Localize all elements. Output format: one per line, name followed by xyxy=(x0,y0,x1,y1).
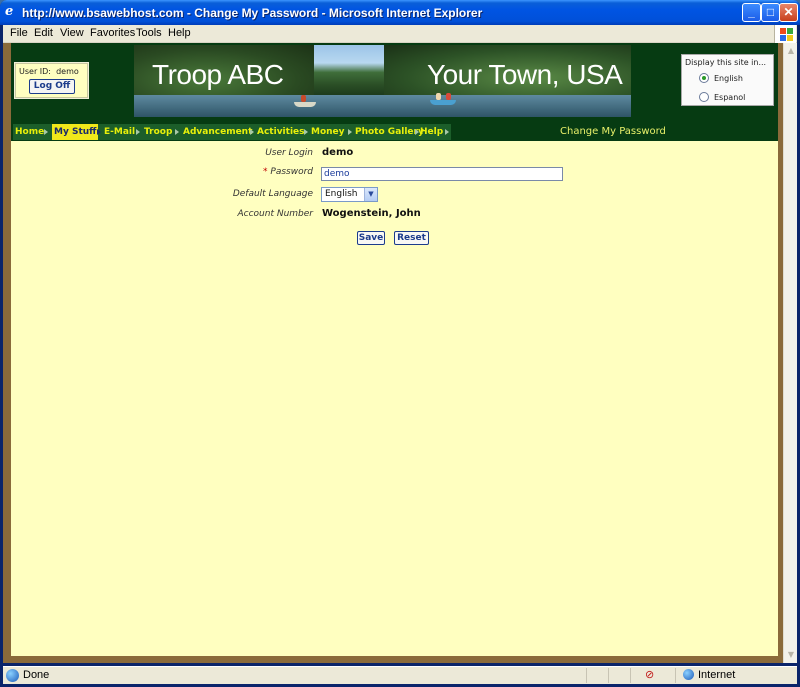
nav-arrow-icon xyxy=(175,129,179,135)
nav-arrow-icon xyxy=(445,129,449,135)
scroll-up-icon[interactable]: ▲ xyxy=(784,44,798,58)
title-bar: e http://www.bsawebhost.com - Change My … xyxy=(0,0,800,25)
popup-blocked-icon[interactable]: ⊘ xyxy=(645,668,654,681)
menu-edit[interactable]: Edit xyxy=(34,27,53,39)
nav-arrow-icon xyxy=(304,129,308,135)
user-login-value: demo xyxy=(322,147,354,158)
nav-money[interactable]: Money xyxy=(311,124,345,140)
password-input[interactable]: demo xyxy=(321,167,563,181)
default-language-select[interactable]: English ▼ xyxy=(321,187,378,202)
chevron-down-icon[interactable]: ▼ xyxy=(364,188,377,201)
maximize-button[interactable]: □ xyxy=(761,3,780,22)
browser-window: e http://www.bsawebhost.com - Change My … xyxy=(0,0,800,687)
nav-advancement[interactable]: Advancement xyxy=(183,124,252,140)
nav-arrow-icon xyxy=(348,129,352,135)
status-segment xyxy=(630,668,631,683)
kayak-right xyxy=(430,100,456,105)
globe-icon xyxy=(683,669,694,680)
menu-file[interactable]: File xyxy=(10,27,28,39)
status-segment xyxy=(608,668,609,683)
paddler-right-1 xyxy=(436,93,441,100)
user-box: User ID: demo Log Off xyxy=(14,62,89,99)
nav-arrow-icon xyxy=(44,129,48,135)
banner-town-name: Your Town, USA xyxy=(427,59,623,90)
language-box-title: Display this site in... xyxy=(685,58,767,67)
menu-tools[interactable]: Tools xyxy=(136,27,162,39)
menu-view[interactable]: View xyxy=(60,27,84,39)
language-box: Display this site in... English Espanol xyxy=(681,54,774,106)
radio-english-label: English xyxy=(714,74,743,83)
page-title: Change My Password xyxy=(560,126,666,137)
required-marker: * xyxy=(263,167,268,177)
nav-arrow-icon xyxy=(250,129,254,135)
ie-logo-icon: e xyxy=(5,4,14,19)
security-zone: Internet xyxy=(698,669,736,681)
nav-home[interactable]: Home xyxy=(15,124,44,140)
menu-help[interactable]: Help xyxy=(168,27,191,39)
nav-my-stuff[interactable]: My Stuff xyxy=(52,124,99,140)
account-number-value: Wogenstein, John xyxy=(322,208,421,219)
nav-activities[interactable]: Activities xyxy=(257,124,305,140)
nav-help[interactable]: Help xyxy=(420,124,443,140)
user-id-text: User ID: demo xyxy=(19,67,79,76)
windows-logo-icon xyxy=(774,25,796,43)
menu-bar: File Edit View Favorites Tools Help xyxy=(3,25,797,43)
site-header: User ID: demo Log Off Troop ABC Your Tow… xyxy=(11,43,778,123)
default-language-label: Default Language xyxy=(232,189,313,199)
web-page: User ID: demo Log Off Troop ABC Your Tow… xyxy=(11,43,778,656)
nav-troop[interactable]: Troop xyxy=(144,124,172,140)
status-segment xyxy=(586,668,587,683)
paddler-right-2 xyxy=(446,93,451,100)
nav-arrow-icon xyxy=(136,129,140,135)
password-label: * Password xyxy=(263,167,313,177)
banner-water xyxy=(134,95,631,117)
minimize-button[interactable]: _ xyxy=(742,3,761,22)
menu-favorites[interactable]: Favorites xyxy=(90,27,135,39)
vertical-scrollbar[interactable]: ▲ ▼ xyxy=(783,43,797,663)
scroll-down-icon[interactable]: ▼ xyxy=(784,648,798,662)
content-area: User ID: demo Log Off Troop ABC Your Tow… xyxy=(3,43,783,663)
page-icon xyxy=(6,669,19,682)
nav-email[interactable]: E-Mail xyxy=(104,124,135,140)
nav-arrow-icon xyxy=(97,129,101,135)
window-title: http://www.bsawebhost.com - Change My Pa… xyxy=(22,6,483,20)
nav-arrow-icon xyxy=(415,129,419,135)
status-bar: Done ⊘ Internet xyxy=(3,666,797,684)
save-button[interactable]: Save xyxy=(357,231,385,245)
log-off-button[interactable]: Log Off xyxy=(29,79,75,94)
reset-button[interactable]: Reset xyxy=(394,231,429,245)
radio-english[interactable] xyxy=(699,73,709,83)
radio-espanol-label: Espanol xyxy=(714,93,746,102)
status-text: Done xyxy=(23,669,50,681)
kayak-left xyxy=(294,102,316,107)
default-language-value: English xyxy=(325,189,358,199)
account-number-label: Account Number xyxy=(237,209,313,219)
banner-image: Troop ABC Your Town, USA xyxy=(134,45,631,117)
banner-troop-name: Troop ABC xyxy=(152,59,284,90)
status-segment xyxy=(675,668,676,683)
close-button[interactable]: ✕ xyxy=(779,3,798,22)
paddler-left xyxy=(301,95,306,102)
radio-espanol[interactable] xyxy=(699,92,709,102)
nav-photo-gallery[interactable]: Photo Gallery xyxy=(355,124,424,140)
user-login-label: User Login xyxy=(265,148,313,158)
